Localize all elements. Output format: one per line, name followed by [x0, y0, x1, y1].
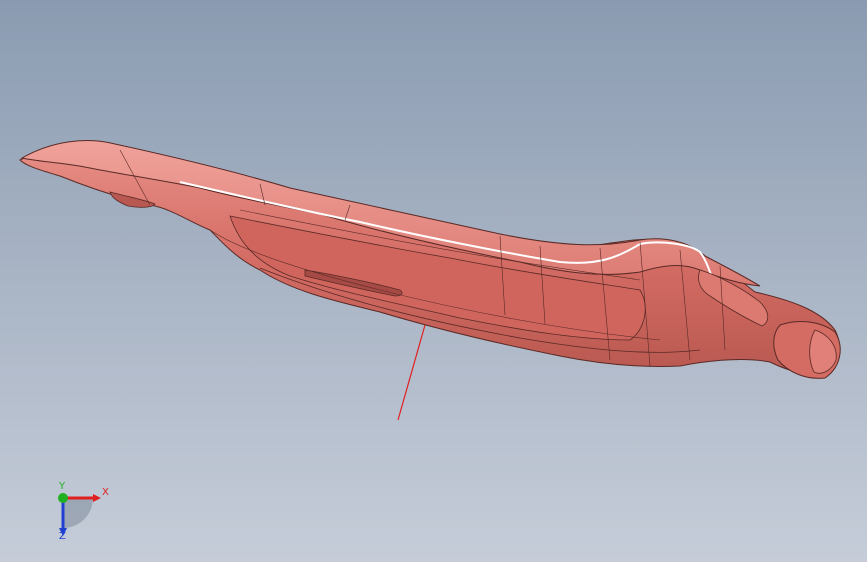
z-axis-label: Z	[59, 531, 66, 542]
x-axis-arrow	[93, 494, 101, 502]
triad-shadow	[63, 498, 93, 528]
coordinate-triad[interactable]: X Y Z	[48, 480, 118, 550]
x-axis-label: X	[102, 487, 109, 498]
model-scene[interactable]	[0, 0, 867, 562]
y-axis-label: Y	[59, 481, 66, 492]
sketch-line[interactable]	[397, 324, 426, 421]
y-axis-dot	[58, 493, 68, 503]
3d-viewport[interactable]: X Y Z	[0, 0, 867, 562]
